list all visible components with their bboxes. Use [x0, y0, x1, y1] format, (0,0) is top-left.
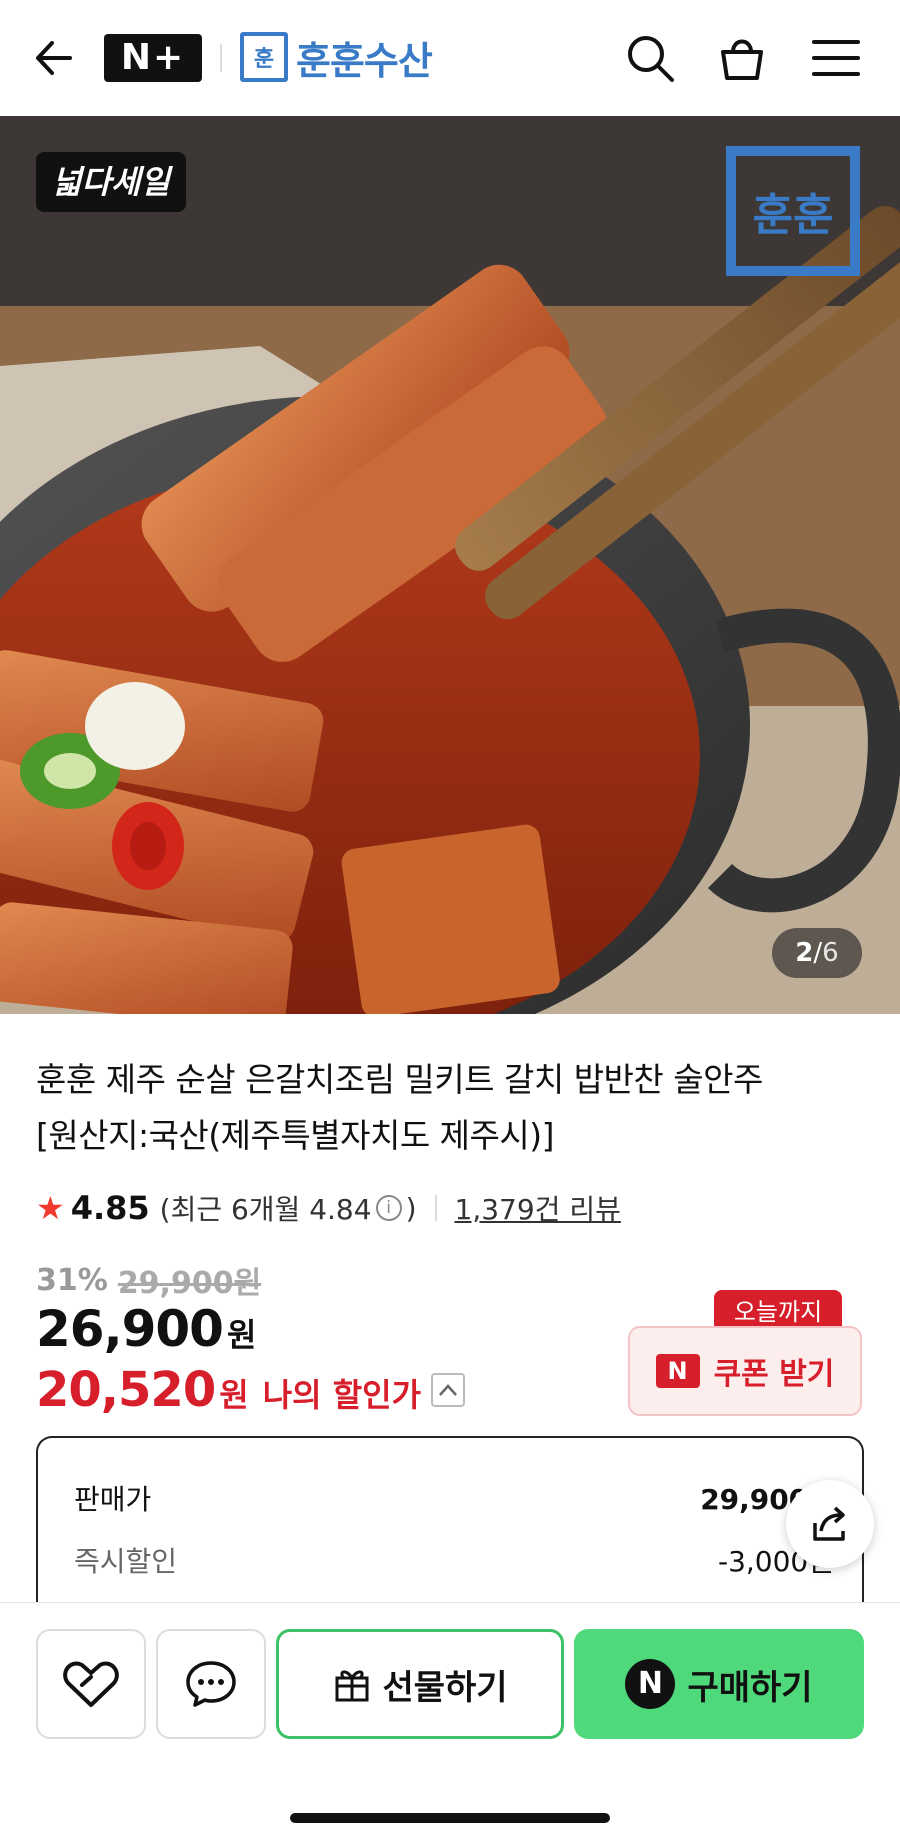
- product-image[interactable]: 넓다세일 훈훈 2/6: [0, 116, 900, 1014]
- coupon-label: 쿠폰 받기: [713, 1357, 835, 1392]
- price-breakdown: 판매가 29,900원 즉시할인 -3,000원: [36, 1436, 864, 1606]
- my-price-currency: 원: [219, 1376, 249, 1414]
- list-price-label: 판매가: [74, 1483, 152, 1516]
- image-counter-separator: /: [813, 938, 823, 968]
- discount-row: 31% 29,900원: [36, 1258, 261, 1302]
- home-indicator[interactable]: [290, 1813, 610, 1823]
- product-title-line1: 훈훈 제주 순살 은갈치조림 밀키트 갈치 밥반찬 술안주: [36, 1060, 763, 1099]
- buy-button[interactable]: N 구매하기: [574, 1629, 864, 1739]
- talk-button[interactable]: [156, 1629, 266, 1739]
- star-icon: ★: [36, 1189, 65, 1227]
- store-name: 훈훈수산: [296, 38, 433, 83]
- discount-percent: 31%: [36, 1262, 108, 1298]
- header-divider: [220, 44, 222, 72]
- recent-rating-suffix: ): [405, 1191, 417, 1225]
- gift-icon: [335, 1670, 369, 1702]
- top-header: N+ 훈 훈훈수산: [0, 0, 900, 116]
- instant-discount-label: 즉시할인: [74, 1545, 178, 1578]
- recent-rating-prefix: (최근 6개월 4.84: [159, 1193, 372, 1226]
- price-breakdown-row: 즉시할인 -3,000원: [74, 1540, 834, 1580]
- sale-badge: 넓다세일: [36, 152, 186, 212]
- share-button[interactable]: [786, 1480, 874, 1568]
- sale-price-row: 26,900 원: [36, 1300, 256, 1358]
- share-icon: [813, 1506, 845, 1541]
- rating-row: ★ 4.85 (최근 6개월 4.84 i ) 1,379건 리뷰: [36, 1186, 621, 1230]
- info-icon[interactable]: i: [375, 1195, 402, 1221]
- brand-stamp-logo: 훈훈: [726, 146, 860, 276]
- my-price: 20,520: [36, 1362, 216, 1418]
- cart-icon[interactable]: [716, 32, 768, 84]
- buy-label: 구매하기: [687, 1667, 813, 1708]
- image-counter-current: 2: [795, 938, 814, 968]
- nplus-logo[interactable]: N+: [104, 34, 202, 82]
- coupon-button[interactable]: N 쿠폰 받기: [628, 1326, 862, 1416]
- back-arrow-icon[interactable]: [30, 34, 78, 82]
- heart-icon: [63, 1661, 119, 1707]
- image-counter: 2/6: [772, 928, 862, 978]
- original-price: 29,900원: [117, 1266, 262, 1301]
- rating-score: 4.85: [70, 1189, 150, 1227]
- search-icon[interactable]: [624, 32, 676, 84]
- chat-bubble-icon: [186, 1661, 236, 1707]
- wishlist-button[interactable]: [36, 1629, 146, 1739]
- naver-coupon-icon: N: [655, 1354, 700, 1388]
- product-title: 훈훈 제주 순살 은갈치조림 밀키트 갈치 밥반찬 술안주 [원산지:국산(제주…: [36, 1052, 866, 1164]
- my-price-row[interactable]: 20,520 원 나의 할인가: [36, 1362, 466, 1418]
- naver-pay-icon: N: [625, 1659, 676, 1709]
- price-breakdown-row: 판매가 29,900원: [74, 1478, 834, 1518]
- rating-divider: [434, 1195, 437, 1221]
- bottom-action-bar: 선물하기 N 구매하기: [0, 1602, 900, 1840]
- reviews-link[interactable]: 1,379건 리뷰: [455, 1188, 621, 1228]
- product-title-line2: [원산지:국산(제주특별자치도 제주시)]: [36, 1116, 555, 1155]
- sale-price: 26,900: [36, 1300, 224, 1358]
- image-counter-total: 6: [822, 938, 839, 968]
- sale-price-currency: 원: [226, 1316, 257, 1354]
- store-logo: 훈: [240, 32, 288, 82]
- gift-button[interactable]: 선물하기: [276, 1629, 564, 1739]
- store-link[interactable]: 훈 훈훈수산: [240, 30, 433, 84]
- gift-label: 선물하기: [382, 1667, 508, 1708]
- my-price-label: 나의 할인가: [262, 1376, 422, 1414]
- chevron-up-icon[interactable]: [431, 1373, 466, 1407]
- menu-icon[interactable]: [810, 32, 862, 84]
